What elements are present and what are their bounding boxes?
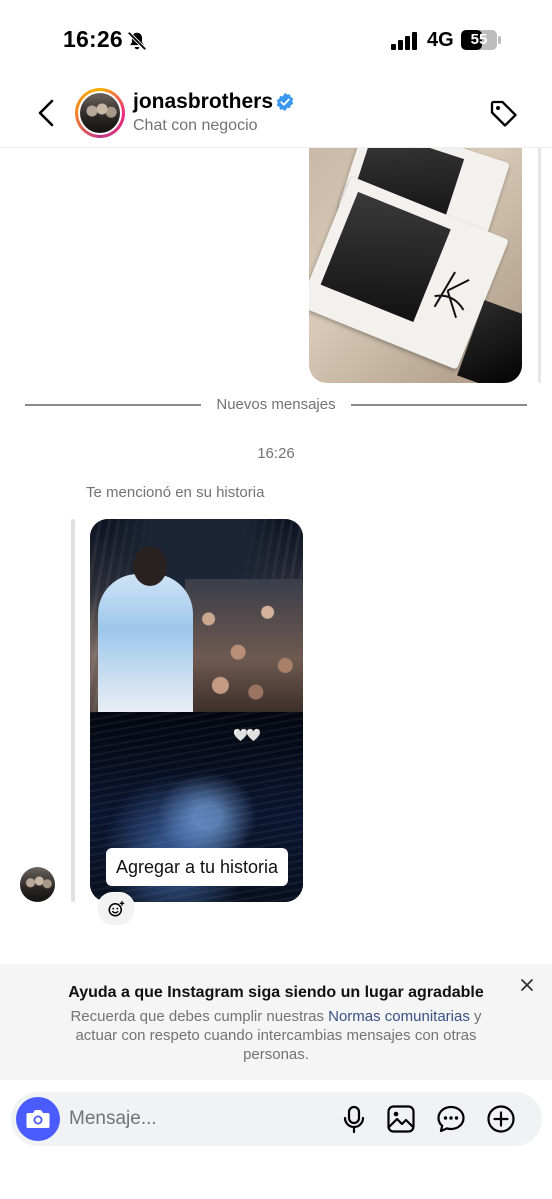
camera-icon: [26, 1110, 50, 1128]
new-messages-label: Nuevos mensajes: [216, 396, 336, 413]
add-to-story-button[interactable]: Agregar a tu historia: [106, 848, 288, 886]
battery-level: 55: [470, 31, 488, 48]
message-composer: [11, 1092, 542, 1146]
quote-bar: [71, 519, 75, 902]
avatar-image: [80, 93, 120, 133]
network-type: 4G: [427, 29, 454, 51]
avatar[interactable]: [75, 88, 125, 138]
close-icon[interactable]: [518, 976, 536, 994]
microphone-icon[interactable]: [339, 1104, 369, 1134]
battery-icon: 55: [461, 30, 501, 50]
community-notice: Ayuda a que Instagram siga siendo un lug…: [0, 964, 552, 1080]
verified-icon: [276, 92, 294, 112]
chat-subtitle: Chat con negocio: [133, 117, 258, 134]
notice-body: Recuerda que debes cumplir nuestras Norm…: [50, 1007, 502, 1064]
message-input[interactable]: [69, 1100, 319, 1138]
message-timestamp: 16:26: [257, 445, 295, 462]
story-photo-top: [90, 519, 303, 712]
notice-text-start: Recuerda que debes cumplir nuestras: [70, 1008, 329, 1025]
add-icon[interactable]: [486, 1104, 516, 1134]
notice-title: Ayuda a que Instagram siga siendo un lug…: [68, 984, 484, 1001]
hearts-sticker: 🤍🤍: [233, 728, 261, 742]
back-icon[interactable]: [34, 98, 58, 128]
scrollbar[interactable]: [538, 148, 541, 383]
tag-icon[interactable]: [488, 98, 520, 130]
gallery-icon[interactable]: [386, 1104, 416, 1134]
divider-line-left: [25, 404, 201, 406]
signal-icon: [391, 32, 417, 50]
sticker-icon[interactable]: [436, 1104, 466, 1134]
divider-line-right: [351, 404, 527, 406]
camera-button[interactable]: [16, 1097, 60, 1141]
bell-slash-icon: [127, 31, 147, 51]
username[interactable]: jonasbrothers: [133, 90, 273, 114]
mention-text: Te mencionó en su historia: [86, 484, 265, 501]
sender-avatar[interactable]: [20, 867, 55, 902]
status-time: 16:26: [63, 26, 123, 52]
shared-photo[interactable]: [309, 148, 522, 383]
react-button[interactable]: [97, 892, 135, 926]
emoji-react-icon: [108, 901, 125, 917]
story-preview[interactable]: 🤍🤍 Agregar a tu historia: [90, 519, 303, 902]
community-guidelines-link[interactable]: Normas comunitarias: [328, 1008, 470, 1025]
